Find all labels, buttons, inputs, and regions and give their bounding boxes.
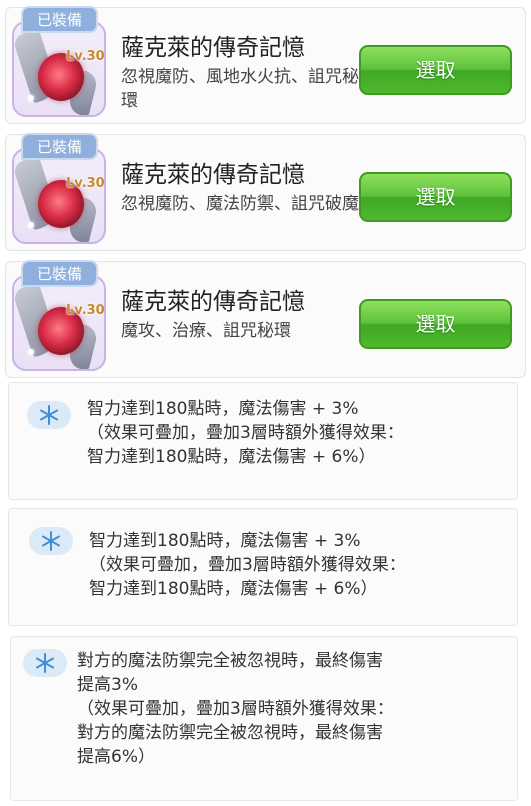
effect-text: 智力達到180點時，魔法傷害 + 3% （效果可疊加，疊加3層時額外獲得效果： …	[89, 531, 406, 599]
item-level: Lv.30	[66, 49, 105, 64]
card-title: 薩克萊的傳奇記憶	[121, 162, 305, 188]
card-title: 薩克萊的傳奇記憶	[121, 289, 305, 315]
memory-card: Lv.30 已裝備 薩克萊的傳奇記憶 魔攻、治療、詛咒秘環 選取	[5, 260, 526, 378]
effect-panel: 智力達到180點時，魔法傷害 + 3% （效果可疊加，疊加3層時額外獲得效果： …	[8, 508, 518, 626]
select-button[interactable]: 選取	[359, 299, 512, 349]
effect-text: 智力達到180點時，魔法傷害 + 3% （效果可疊加，疊加3層時額外獲得效果： …	[87, 399, 404, 467]
card-title: 薩克萊的傳奇記憶	[121, 35, 305, 61]
memory-card: Lv.30 已裝備 薩克萊的傳奇記憶 忽視魔防、風地水火抗、詛咒秘環 選取	[5, 6, 526, 124]
select-button[interactable]: 選取	[359, 45, 512, 95]
snowflake-icon	[23, 649, 67, 677]
equipped-badge: 已裝備	[21, 260, 98, 287]
equipped-badge: 已裝備	[21, 133, 98, 160]
item-level: Lv.30	[66, 176, 105, 191]
effect-panel: 智力達到180點時，魔法傷害 + 3% （效果可疊加，疊加3層時額外獲得效果： …	[8, 382, 518, 500]
select-button[interactable]: 選取	[359, 172, 512, 222]
snowflake-icon	[27, 401, 71, 429]
card-description: 魔攻、治療、詛咒秘環	[121, 321, 291, 341]
effect-text: 對方的魔法防禦完全被忽視時，最終傷害 提高3% （效果可疊加，疊加3層時額外獲得…	[77, 651, 394, 767]
memory-item-icon: Lv.30	[12, 148, 106, 244]
memory-item-icon: Lv.30	[12, 275, 106, 371]
item-level: Lv.30	[66, 303, 105, 318]
effect-panel: 對方的魔法防禦完全被忽視時，最終傷害 提高3% （效果可疊加，疊加3層時額外獲得…	[10, 636, 518, 801]
card-description: 忽視魔防、魔法防禦、詛咒破魔	[121, 194, 359, 214]
equipped-badge: 已裝備	[21, 6, 98, 33]
snowflake-icon	[29, 527, 73, 555]
memory-card: Lv.30 已裝備 薩克萊的傳奇記憶 忽視魔防、魔法防禦、詛咒破魔 選取	[5, 133, 526, 251]
card-description: 忽視魔防、風地水火抗、詛咒秘環	[121, 67, 359, 111]
memory-item-icon: Lv.30	[12, 21, 106, 117]
